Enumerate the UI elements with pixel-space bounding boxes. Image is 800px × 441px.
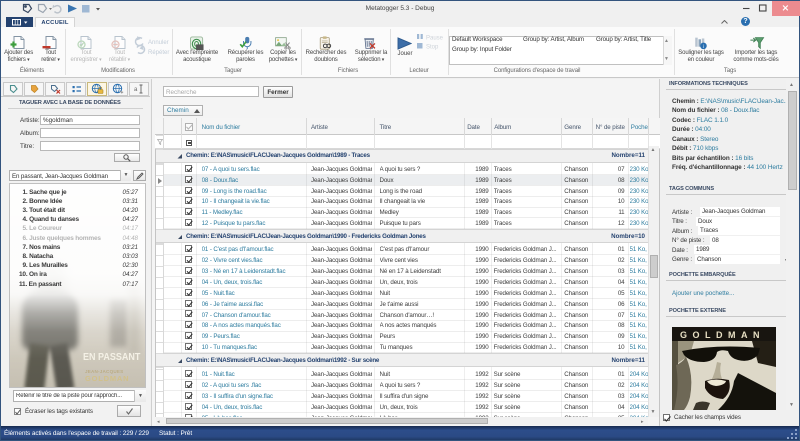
svg-text:Pause: Pause: [426, 36, 444, 42]
svg-text:Annuler: Annuler: [148, 40, 169, 46]
svg-text:Stop: Stop: [426, 45, 439, 51]
svg-text:a: a: [134, 87, 138, 93]
svg-text:GOLDMAN: GOLDMAN: [680, 330, 765, 340]
